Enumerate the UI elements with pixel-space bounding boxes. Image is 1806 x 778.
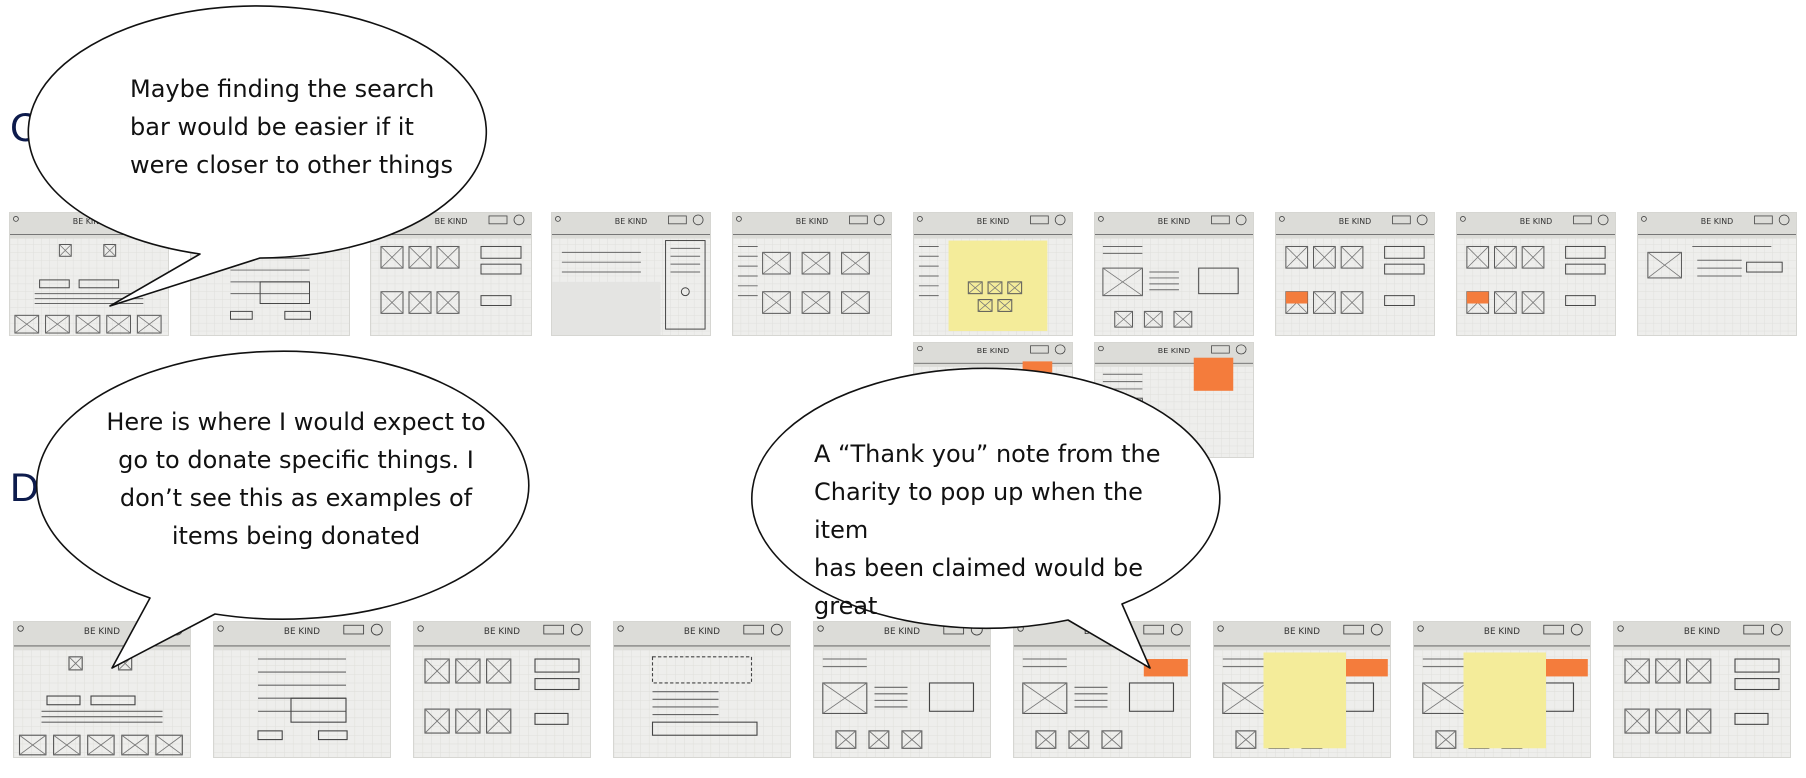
charity-sketch-home[interactable]: BE KIND [9, 212, 169, 336]
svg-text:BE KIND: BE KIND [284, 627, 320, 637]
charity-sketch-search-menu[interactable]: BE KIND [551, 212, 711, 336]
comment-line: bar would be easier if it [130, 113, 414, 141]
charity-sketch-dashboard[interactable]: BE KIND [370, 212, 532, 336]
wireframe-drawing: BE KIND [814, 622, 990, 757]
svg-text:BE KIND: BE KIND [1484, 627, 1520, 637]
charity-sketch-request-alert[interactable]: BE KIND [1275, 212, 1435, 336]
donor-sketch-upload-photo[interactable]: BE KIND [613, 621, 791, 758]
svg-text:BE KIND: BE KIND [1520, 217, 1552, 226]
svg-text:BE KIND: BE KIND [884, 627, 920, 637]
svg-text:BE KIND: BE KIND [1684, 627, 1720, 637]
svg-text:BE KIND: BE KIND [484, 627, 520, 637]
svg-text:BE KIND: BE KIND [977, 217, 1009, 226]
charity-sketch-item-detail[interactable]: BE KIND [1094, 212, 1254, 336]
comment-search-bar: Maybe finding the search bar would be ea… [130, 70, 470, 184]
wireframe-drawing: BE KIND [414, 622, 590, 757]
comment-line: Charity to pop up when the item [814, 478, 1143, 544]
comment-line: don’t see this as examples of [119, 484, 473, 512]
comment-line: Maybe finding the search [130, 75, 435, 103]
wireframe-drawing: BE KIND [10, 213, 168, 335]
wireframe-drawing: BE KIND [1276, 213, 1434, 335]
svg-text:BE KIND: BE KIND [977, 346, 1010, 355]
comment-line: has been claimed would be great [814, 554, 1143, 620]
donor-sketch-item-detail[interactable]: BE KIND [813, 621, 991, 758]
wireframe-drawing: BE KIND [1214, 622, 1390, 757]
wireframe-drawing: BE KIND [1457, 213, 1615, 335]
wireframe-drawing: BE KIND [1014, 622, 1190, 757]
charity-sketch-register-form[interactable]: BE KIND [190, 212, 350, 336]
svg-text:BE KIND: BE KIND [73, 217, 105, 226]
svg-text:BE KIND: BE KIND [1158, 346, 1191, 355]
comment-line: items being donated [171, 522, 421, 550]
svg-text:BE KIND: BE KIND [1284, 627, 1320, 637]
comment-donate-things: Here is where I would expect to go to do… [96, 403, 496, 555]
comment-line: Here is where I would expect to [106, 408, 486, 436]
comment-thank-you-note: A “Thank you” note from the Charity to p… [814, 435, 1184, 625]
comment-line: go to donate specific things. I [118, 446, 474, 474]
charity-sketch-congratulations[interactable]: BE KIND [1637, 212, 1797, 336]
wireframe-drawing: BE KIND [191, 213, 349, 335]
wireframe-drawing: BE KIND [733, 213, 891, 335]
svg-text:BE KIND: BE KIND [615, 217, 647, 226]
wireframe-drawing: BE KIND [14, 622, 190, 757]
svg-text:BE KIND: BE KIND [1158, 217, 1190, 226]
comment-line: were closer to other things [130, 151, 453, 179]
svg-text:BE KIND: BE KIND [796, 217, 828, 226]
svg-text:BE KIND: BE KIND [684, 627, 720, 637]
svg-text:BE KIND: BE KIND [84, 627, 120, 637]
wireframe-drawing: BE KIND [1414, 622, 1590, 757]
wireframe-drawing: BE KIND [214, 622, 390, 757]
donor-sketch-item-claimed[interactable]: BE KIND [1013, 621, 1191, 758]
charity-sketch-search-note[interactable]: BE KIND [913, 212, 1073, 336]
wireframe-drawing: BE KIND [1095, 213, 1253, 335]
wireframe-drawing: BE KIND [914, 213, 1072, 335]
donor-sketch-home[interactable]: BE KIND [13, 621, 191, 758]
wireframe-drawing: BE KIND [1614, 622, 1790, 757]
charity-section-title: Charity [10, 106, 137, 150]
charity-sketch-all-items[interactable]: BE KIND [732, 212, 892, 336]
svg-text:BE KIND: BE KIND [254, 217, 286, 226]
wireframe-drawing: BE KIND [614, 622, 790, 757]
wireframe-drawing: BE KIND [371, 213, 531, 335]
donor-sketch-uploaded-items[interactable]: BE KIND [413, 621, 591, 758]
svg-text:BE KIND: BE KIND [435, 217, 468, 226]
svg-text:BE KIND: BE KIND [1701, 217, 1733, 226]
svg-text:BE KIND: BE KIND [1084, 627, 1120, 637]
wireframe-drawing: BE KIND [1638, 213, 1796, 335]
donor-sketch-thank-you[interactable]: BE KIND [1413, 621, 1591, 758]
donor-sketch-donated-items[interactable]: BE KIND [1613, 621, 1791, 758]
comment-line: A “Thank you” note from the [814, 440, 1161, 468]
donor-sketch-register-form[interactable]: BE KIND [213, 621, 391, 758]
wireframe-drawing: BE KIND [552, 213, 710, 335]
charity-sketch-request-alert-2[interactable]: BE KIND [1456, 212, 1616, 336]
donor-sketch-accept-decline[interactable]: BE KIND [1213, 621, 1391, 758]
svg-text:BE KIND: BE KIND [1339, 217, 1371, 226]
